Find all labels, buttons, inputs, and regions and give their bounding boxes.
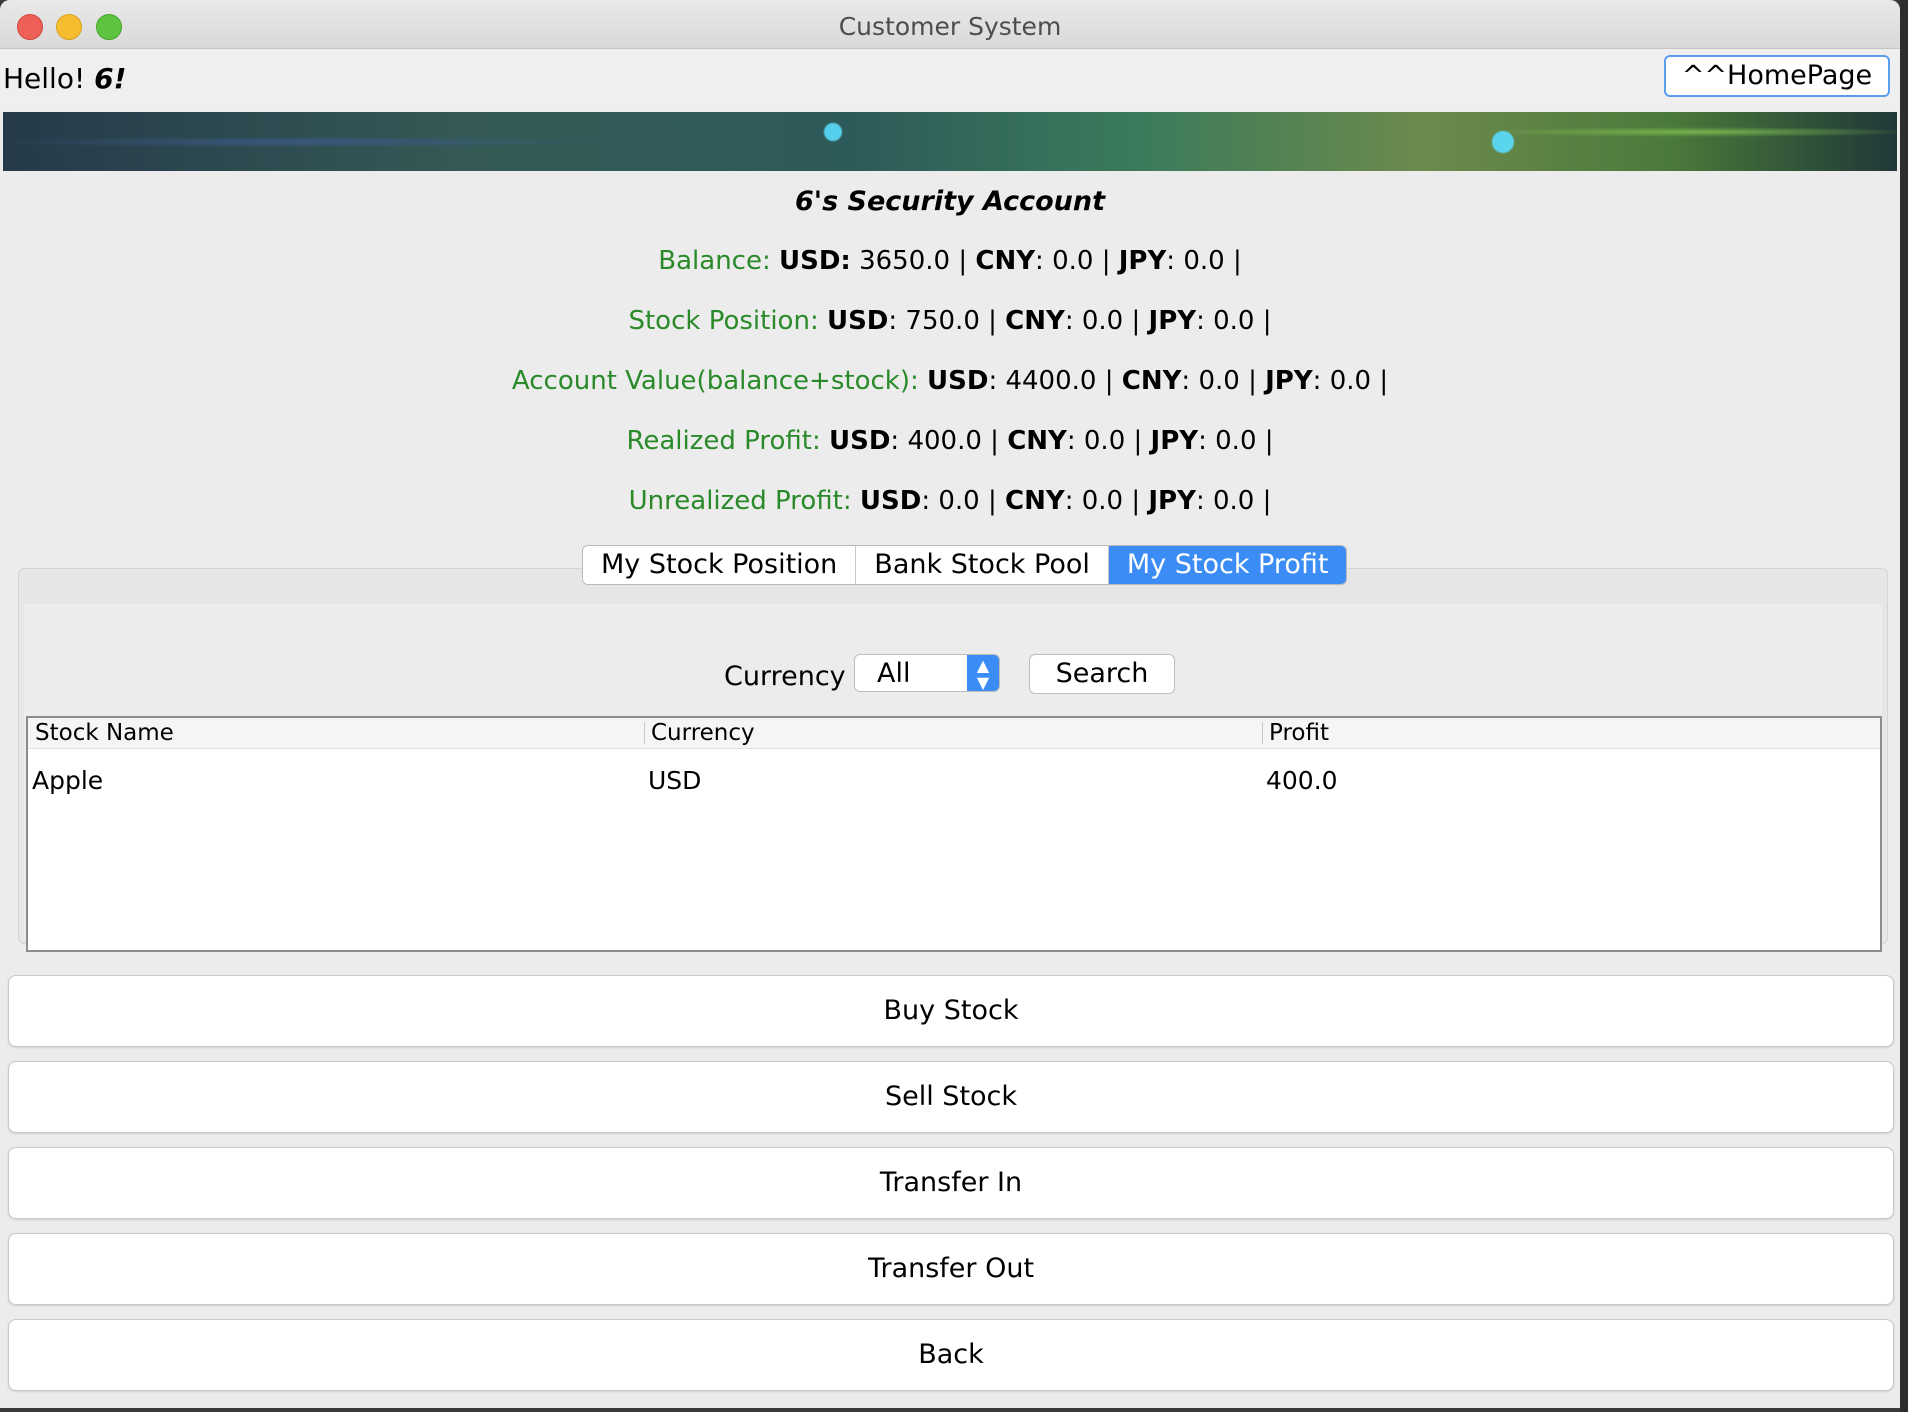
amount-value: 0.0: [938, 486, 980, 516]
amount-value: 3650.0: [859, 246, 951, 276]
amount-value: 0.0: [1198, 366, 1240, 396]
currency-code: USD:: [779, 246, 851, 276]
cell-profit: 400.0: [1266, 766, 1338, 795]
sell-stock-button[interactable]: Sell Stock: [8, 1061, 1894, 1133]
currency-code: JPY: [1148, 486, 1196, 516]
currency-code: JPY: [1265, 366, 1313, 396]
amount-value: 400.0: [907, 426, 982, 456]
back-button[interactable]: Back: [8, 1319, 1894, 1391]
cell-stock-name: Apple: [32, 766, 104, 795]
currency-code: CNY: [1121, 366, 1182, 396]
tab-my-stock-position[interactable]: My Stock Position: [583, 546, 857, 584]
customer-system-window: Customer System Hello! 6! ^^HomePage 6's…: [0, 0, 1900, 1408]
amount-value: 0.0: [1083, 426, 1126, 456]
account-title: 6's Security Account: [795, 186, 1105, 217]
background-edge: [1900, 0, 1908, 1412]
currency-code: CNY: [1005, 486, 1065, 516]
tab-bar: My Stock Position Bank Stock Pool My Sto…: [582, 545, 1348, 585]
amount-value: 0.0: [1212, 486, 1255, 516]
currency-code: CNY: [1007, 426, 1067, 456]
transfer-in-button[interactable]: Transfer In: [8, 1147, 1894, 1219]
amount-value: 750.0: [905, 306, 980, 336]
greeting-prefix: Hello!: [3, 62, 86, 95]
amount-value: 0.0: [1081, 306, 1124, 336]
amount-value: 0.0: [1329, 366, 1372, 396]
currency-code: JPY: [1148, 306, 1197, 336]
unrealized-profit-line: Unrealized Profit: USD: 0.0 | CNY: 0.0 |…: [628, 486, 1272, 516]
window-title: Customer System: [838, 12, 1062, 41]
currency-code: CNY: [1005, 306, 1065, 336]
amount-value: 0.0: [1081, 486, 1124, 516]
amount-value: 0.0: [1052, 246, 1094, 276]
currency-select[interactable]: All ▲ ▼: [854, 654, 1000, 692]
currency-code: USD: [859, 486, 922, 516]
title-bar: Customer System: [0, 0, 1900, 49]
currency-code: CNY: [975, 246, 1036, 276]
amount-value: 0.0: [1215, 426, 1257, 456]
currency-code: USD: [927, 366, 989, 396]
column-header-profit[interactable]: Profit: [1269, 720, 1329, 746]
balance-label: Balance:: [658, 246, 771, 276]
tab-content-panel: Currency All ▲ ▼ Search Stock Name Curren…: [18, 568, 1888, 952]
tab-my-stock-profit[interactable]: My Stock Profit: [1108, 546, 1347, 584]
currency-code: JPY: [1118, 246, 1167, 276]
greeting-bar: Hello! 6! ^^HomePage: [0, 49, 1900, 111]
profit-table: Stock Name Currency Profit Apple USD 400…: [26, 716, 1882, 952]
realized-profit-label: Realized Profit:: [626, 426, 821, 456]
transfer-out-button[interactable]: Transfer Out: [8, 1233, 1894, 1305]
stock-position-label: Stock Position:: [628, 306, 819, 336]
realized-profit-line: Realized Profit: USD: 400.0 | CNY: 0.0 |…: [626, 426, 1274, 456]
column-divider[interactable]: [1262, 722, 1263, 744]
currency-code: USD: [826, 306, 889, 336]
balance-line: Balance: USD: 3650.0 | CNY: 0.0 | JPY: 0…: [658, 246, 1242, 276]
stock-position-line: Stock Position: USD: 750.0 | CNY: 0.0 | …: [628, 306, 1272, 336]
currency-code: JPY: [1150, 426, 1199, 456]
column-divider[interactable]: [644, 722, 645, 744]
currency-code: USD: [829, 426, 891, 456]
tab-bank-stock-pool[interactable]: Bank Stock Pool: [856, 546, 1109, 584]
greeting-text: Hello! 6!: [3, 62, 126, 95]
column-header-stock-name[interactable]: Stock Name: [35, 720, 174, 746]
column-header-currency[interactable]: Currency: [651, 720, 755, 746]
currency-select-value: All: [877, 658, 911, 689]
buy-stock-button[interactable]: Buy Stock: [8, 975, 1894, 1047]
chevron-updown-icon: ▲ ▼: [967, 655, 999, 691]
greeting-username: 6!: [94, 62, 127, 95]
amount-value: 4400.0: [1005, 366, 1097, 396]
amount-value: 0.0: [1213, 306, 1255, 336]
table-header: Stock Name Currency Profit: [28, 718, 1880, 749]
profit-tab-body: Currency All ▲ ▼ Search Stock Name Curren…: [24, 604, 1882, 952]
cell-currency: USD: [648, 766, 702, 795]
unrealized-profit-label: Unrealized Profit:: [628, 486, 852, 516]
banner-image: [3, 112, 1897, 171]
account-value-line: Account Value(balance+stock): USD: 4400.…: [511, 366, 1389, 396]
account-value-label: Account Value(balance+stock):: [511, 366, 919, 396]
currency-filter-label: Currency: [724, 661, 846, 692]
search-button[interactable]: Search: [1029, 654, 1175, 694]
amount-value: 0.0: [1183, 246, 1225, 276]
homepage-button[interactable]: ^^HomePage: [1664, 55, 1890, 97]
